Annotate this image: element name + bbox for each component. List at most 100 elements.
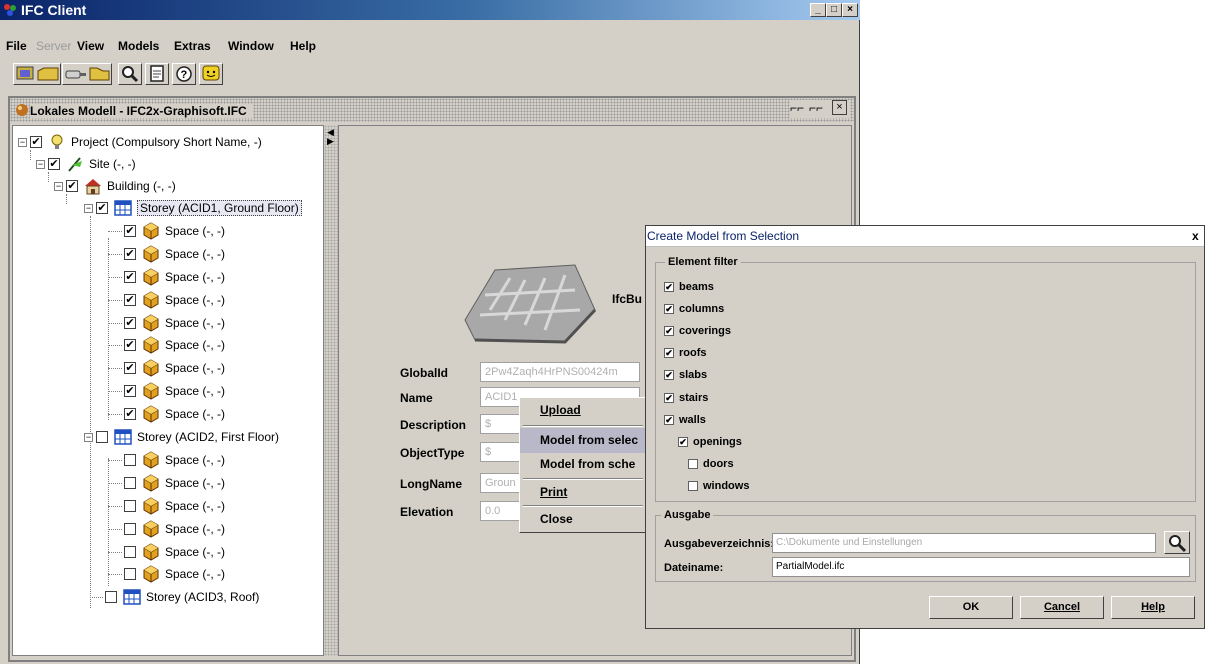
tree-node-site[interactable]: − ✔ Site (-, -) (36, 153, 136, 175)
filter-walls[interactable]: ✔ walls (664, 412, 706, 428)
filter-checkbox[interactable]: ✔ (664, 326, 674, 336)
tree-node-space[interactable]: ✔ Space (-, -) (124, 334, 225, 356)
frame-close-icon[interactable]: × (832, 100, 847, 115)
tree-node-space[interactable]: ✔ Space (-, -) (124, 403, 225, 425)
open-model-button[interactable] (13, 63, 61, 85)
tree-checkbox[interactable]: ✔ (96, 202, 108, 214)
tree-node-space[interactable]: ✔ Space (-, -) (124, 220, 225, 242)
tree-node-space[interactable]: ✔ Space (-, -) (124, 289, 225, 311)
help-dialog-button[interactable]: Help (1111, 596, 1195, 619)
restore-icon[interactable]: ⌐⌐ (790, 101, 804, 115)
filter-checkbox[interactable]: ✔ (664, 370, 674, 380)
tree-checkbox[interactable]: ✔ (124, 362, 136, 374)
tree-checkbox[interactable] (124, 568, 136, 580)
menu-help[interactable]: Help (290, 39, 316, 53)
tree-checkbox[interactable]: ✔ (124, 317, 136, 329)
tree-node-space[interactable]: Space (-, -) (124, 472, 225, 494)
dialog-close-icon[interactable]: x (1192, 229, 1199, 243)
tree-node-space[interactable]: ✔ Space (-, -) (124, 266, 225, 288)
collapse-toggle[interactable]: − (84, 432, 93, 442)
tree-node-space[interactable]: ✔ Space (-, -) (124, 243, 225, 265)
tree-checkbox[interactable]: ✔ (124, 225, 136, 237)
browse-button[interactable] (1164, 531, 1190, 554)
tree-node-space[interactable]: Space (-, -) (124, 563, 225, 585)
filter-checkbox[interactable] (688, 481, 698, 491)
collapse-toggle[interactable]: − (54, 181, 63, 191)
document-button[interactable] (145, 63, 169, 85)
filter-checkbox[interactable] (688, 459, 698, 469)
tree-checkbox[interactable] (124, 546, 136, 558)
cancel-button[interactable]: Cancel (1020, 596, 1104, 619)
tree-checkbox[interactable] (124, 523, 136, 535)
menu-model-from-selection[interactable]: Model from selec (520, 428, 646, 453)
ok-button[interactable]: OK (929, 596, 1013, 619)
collapse-toggle[interactable]: − (18, 137, 27, 147)
menu-print[interactable]: Print (520, 480, 646, 505)
tree-checkbox[interactable]: ✔ (124, 248, 136, 260)
menu-models[interactable]: Models (118, 39, 159, 53)
help-button[interactable]: ? (172, 63, 196, 85)
title-bar[interactable] (0, 0, 860, 20)
tree-checkbox[interactable]: ✔ (30, 136, 42, 148)
tree-checkbox[interactable]: ✔ (48, 158, 60, 170)
menu-model-from-schema[interactable]: Model from sche (520, 452, 646, 477)
tree-node-space[interactable]: Space (-, -) (124, 449, 225, 471)
close-button[interactable]: × (842, 3, 858, 17)
minimize-button[interactable]: _ (810, 3, 826, 17)
tree-checkbox[interactable] (124, 500, 136, 512)
filter-openings[interactable]: ✔ openings (678, 434, 742, 450)
menu-file[interactable]: File (6, 39, 27, 53)
collapse-toggle[interactable]: − (36, 159, 45, 169)
tree-checkbox[interactable] (124, 477, 136, 489)
tree-node-space[interactable]: ✔ Space (-, -) (124, 312, 225, 334)
tree-checkbox[interactable] (124, 454, 136, 466)
filter-doors[interactable]: doors (688, 456, 734, 472)
tree-node-space[interactable]: ✔ Space (-, -) (124, 357, 225, 379)
filter-checkbox[interactable]: ✔ (664, 393, 674, 403)
filter-stairs[interactable]: ✔ stairs (664, 390, 708, 406)
menu-close[interactable]: Close (520, 507, 646, 532)
filter-windows[interactable]: windows (688, 478, 749, 494)
splitter-arrows-icon[interactable]: ◀ ▶ (327, 128, 334, 146)
connect-button[interactable] (62, 63, 112, 85)
filter-slabs[interactable]: ✔ slabs (664, 367, 707, 383)
tree-checkbox[interactable]: ✔ (124, 339, 136, 351)
menu-window[interactable]: Window (228, 39, 274, 53)
tree-node-storey[interactable]: Storey (ACID3, Roof) (105, 586, 259, 608)
filter-checkbox[interactable]: ✔ (664, 282, 674, 292)
menu-view[interactable]: View (77, 39, 104, 53)
filter-columns[interactable]: ✔ columns (664, 301, 724, 317)
filter-coverings[interactable]: ✔ coverings (664, 323, 731, 339)
filename-field[interactable]: PartialModel.ifc (772, 557, 1190, 577)
tree-checkbox[interactable]: ✔ (66, 180, 78, 192)
tree-node-space[interactable]: Space (-, -) (124, 495, 225, 517)
tree-node-storey[interactable]: − Storey (ACID2, First Floor) (84, 426, 279, 448)
tree-node-space[interactable]: ✔ Space (-, -) (124, 380, 225, 402)
detach-icon[interactable]: ⌐⌐ (809, 101, 823, 115)
output-dir-field[interactable]: C:\Dokumente und Einstellungen (772, 533, 1156, 553)
tree-node-building[interactable]: − ✔ Building (-, -) (54, 175, 176, 197)
tree-checkbox[interactable] (105, 591, 117, 603)
filter-roofs[interactable]: ✔ roofs (664, 345, 707, 361)
tree-checkbox[interactable]: ✔ (124, 408, 136, 420)
tree-node-space[interactable]: Space (-, -) (124, 518, 225, 540)
filter-checkbox[interactable]: ✔ (664, 304, 674, 314)
tree-checkbox[interactable]: ✔ (124, 385, 136, 397)
menu-extras[interactable]: Extras (174, 39, 211, 53)
tree-checkbox[interactable] (96, 431, 108, 443)
globalid-field[interactable]: 2Pw4Zaqh4HrPNS00424m (480, 362, 640, 382)
search-button[interactable] (118, 63, 142, 85)
tree-checkbox[interactable]: ✔ (124, 271, 136, 283)
tree-node-project[interactable]: − ✔ Project (Compulsory Short Name, -) (18, 131, 262, 153)
filter-checkbox[interactable]: ✔ (678, 437, 688, 447)
tree-node-space[interactable]: Space (-, -) (124, 541, 225, 563)
filter-checkbox[interactable]: ✔ (664, 348, 674, 358)
tree-checkbox[interactable]: ✔ (124, 294, 136, 306)
chat-button[interactable] (199, 63, 223, 85)
filter-beams[interactable]: ✔ beams (664, 279, 714, 295)
menu-upload[interactable]: Upload (520, 398, 646, 423)
filter-checkbox[interactable]: ✔ (664, 415, 674, 425)
split-pane-divider[interactable] (324, 125, 338, 656)
collapse-toggle[interactable]: − (84, 203, 93, 213)
maximize-button[interactable]: □ (826, 3, 842, 17)
